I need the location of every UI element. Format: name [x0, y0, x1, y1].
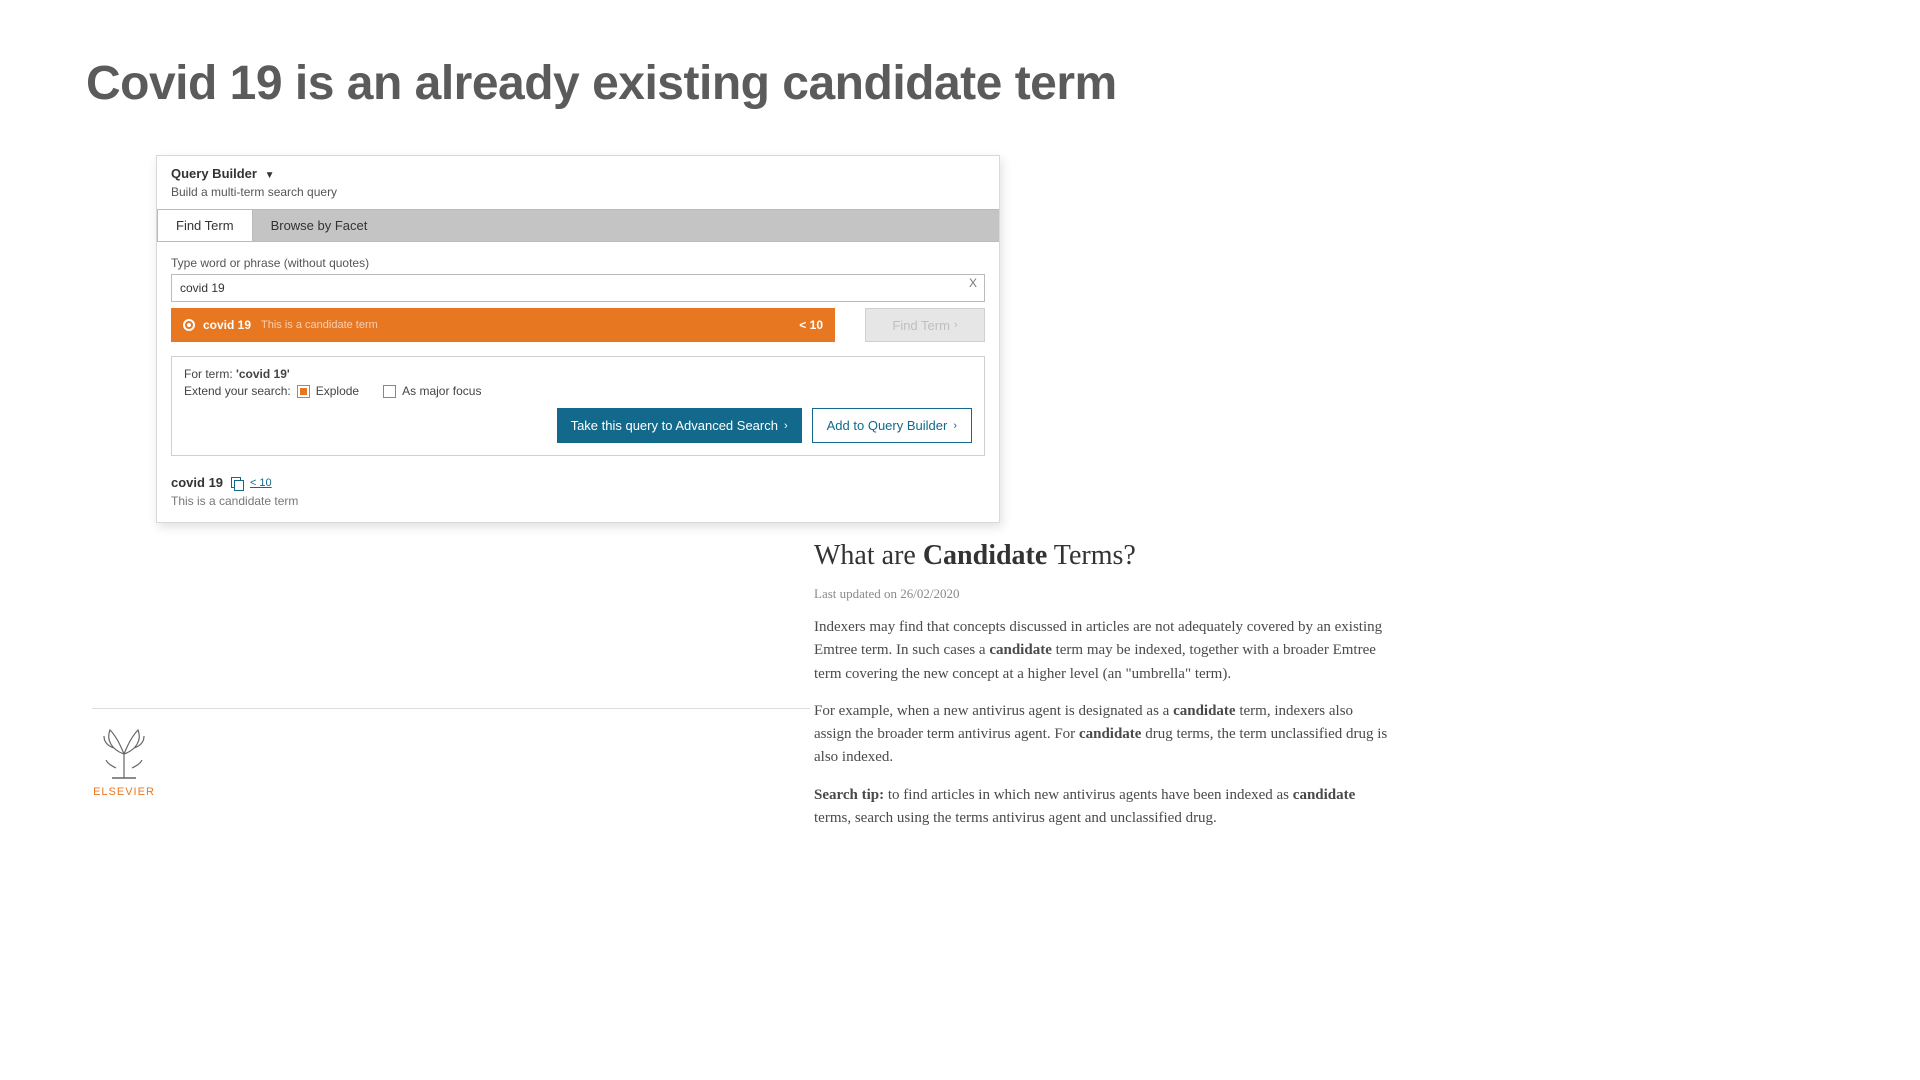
- tab-browse-by-facet[interactable]: Browse by Facet: [253, 210, 386, 241]
- result-candidate-note: This is a candidate term: [171, 494, 985, 508]
- elsevier-logo-text: ELSEVIER: [92, 786, 156, 798]
- explanation-title: What are Candidate Terms?: [814, 540, 1394, 572]
- suggestion-note: This is a candidate term: [261, 319, 378, 331]
- extend-search-row: Extend your search: Explode As major foc…: [184, 384, 972, 398]
- title-post: Terms?: [1047, 540, 1136, 571]
- explanation-panel: What are Candidate Terms? Last updated o…: [814, 540, 1394, 844]
- advanced-search-label: Take this query to Advanced Search: [571, 418, 778, 433]
- find-term-button[interactable]: Find Term ›: [865, 308, 985, 342]
- elsevier-tree-icon: [92, 720, 156, 784]
- find-term-label: Find Term: [892, 318, 950, 333]
- p2a: For example, when a new antivirus agent …: [814, 703, 1173, 719]
- suggestion-count: < 10: [799, 318, 823, 332]
- explanation-paragraph-2: For example, when a new antivirus agent …: [814, 700, 1394, 770]
- query-builder-panel: Query Builder ▼ Build a multi-term searc…: [156, 155, 1000, 523]
- p1b: candidate: [989, 642, 1052, 658]
- p3c: candidate: [1293, 787, 1356, 803]
- tab-find-term[interactable]: Find Term: [157, 209, 253, 241]
- p2d: candidate: [1079, 726, 1142, 742]
- for-term-line: For term: 'covid 19': [184, 367, 972, 381]
- query-builder-title[interactable]: Query Builder ▼: [171, 166, 985, 181]
- copy-icon[interactable]: [231, 477, 243, 489]
- radio-selected-icon: [183, 319, 195, 331]
- chevron-right-icon: ›: [954, 319, 958, 331]
- major-focus-label: As major focus: [402, 384, 481, 398]
- add-to-qb-label: Add to Query Builder: [827, 418, 948, 433]
- p3b: to find articles in which new antivirus …: [884, 787, 1293, 803]
- p3d: terms, search using the terms antivirus …: [814, 810, 1217, 826]
- chevron-right-icon: ›: [953, 420, 957, 432]
- result-count-link[interactable]: < 10: [250, 477, 272, 489]
- query-builder-title-text: Query Builder: [171, 166, 257, 181]
- action-button-row: Take this query to Advanced Search › Add…: [184, 408, 972, 443]
- extend-label: Extend your search:: [184, 384, 291, 398]
- slide-title: Covid 19 is an already existing candidat…: [86, 56, 1117, 111]
- explanation-paragraph-1: Indexers may find that concepts discusse…: [814, 616, 1394, 686]
- elsevier-logo: ELSEVIER: [92, 720, 156, 798]
- add-to-query-builder-button[interactable]: Add to Query Builder ›: [812, 408, 972, 443]
- suggestion-item[interactable]: covid 19 This is a candidate term < 10: [171, 308, 835, 342]
- tab-row: Find Term Browse by Facet: [157, 209, 999, 242]
- collapse-arrow-icon: ▼: [265, 170, 275, 181]
- title-pre: What are: [814, 540, 923, 571]
- advanced-search-button[interactable]: Take this query to Advanced Search ›: [557, 408, 802, 443]
- result-term: covid 19: [171, 475, 223, 490]
- major-focus-checkbox[interactable]: [383, 385, 396, 398]
- term-options-box: For term: 'covid 19' Extend your search:…: [171, 356, 985, 456]
- updated-line: Last updated on 26/02/2020: [814, 586, 1394, 602]
- term-input-wrap: X: [171, 274, 985, 302]
- for-term-value: 'covid 19': [236, 367, 290, 381]
- term-input[interactable]: [171, 274, 985, 302]
- footer-divider: [92, 708, 810, 709]
- explode-label: Explode: [316, 384, 359, 398]
- title-bold: Candidate: [923, 540, 1047, 571]
- suggestion-term: covid 19: [203, 318, 251, 332]
- clear-input-button[interactable]: X: [969, 276, 977, 290]
- for-term-prefix: For term:: [184, 367, 236, 381]
- suggestion-row: covid 19 This is a candidate term < 10 F…: [171, 308, 985, 342]
- query-builder-subtitle: Build a multi-term search query: [171, 185, 985, 199]
- query-builder-header: Query Builder ▼ Build a multi-term searc…: [157, 156, 999, 199]
- chevron-right-icon: ›: [784, 420, 788, 432]
- p2b: candidate: [1173, 703, 1236, 719]
- result-area: covid 19 < 10 This is a candidate term: [157, 470, 999, 522]
- explanation-paragraph-3: Search tip: to find articles in which ne…: [814, 784, 1394, 831]
- type-phrase-label: Type word or phrase (without quotes): [171, 256, 985, 270]
- p3a: Search tip:: [814, 787, 884, 803]
- explode-checkbox[interactable]: [297, 385, 310, 398]
- query-builder-body: Type word or phrase (without quotes) X c…: [157, 242, 999, 470]
